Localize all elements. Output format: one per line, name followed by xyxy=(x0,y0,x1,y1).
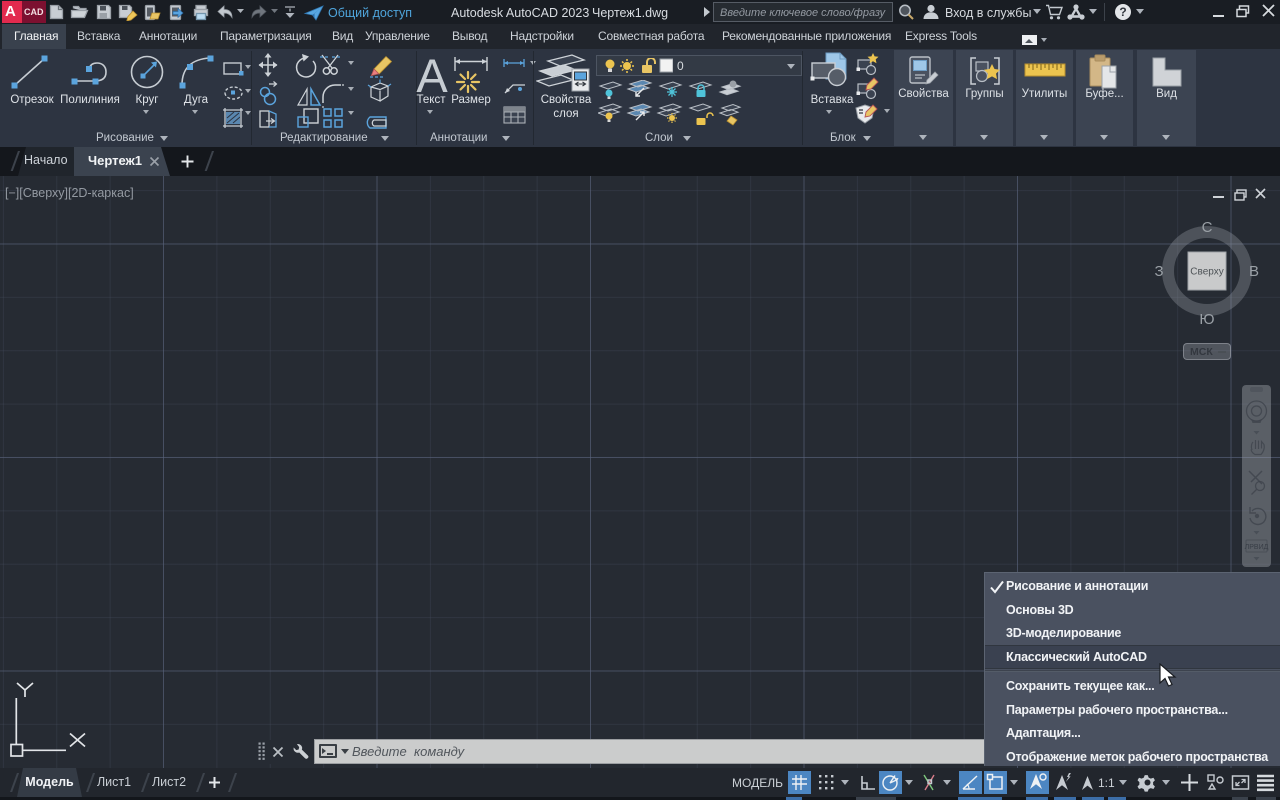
svg-text:?: ? xyxy=(1119,5,1126,19)
svg-text:З: З xyxy=(1154,263,1163,280)
svg-text:Ю: Ю xyxy=(1199,311,1214,328)
svg-text:В: В xyxy=(1249,263,1259,280)
svg-text:Сверху: Сверху xyxy=(1190,267,1223,278)
svg-text:ЛРВИД: ЛРВИД xyxy=(1245,544,1269,551)
svg-text:С: С xyxy=(1202,219,1213,236)
